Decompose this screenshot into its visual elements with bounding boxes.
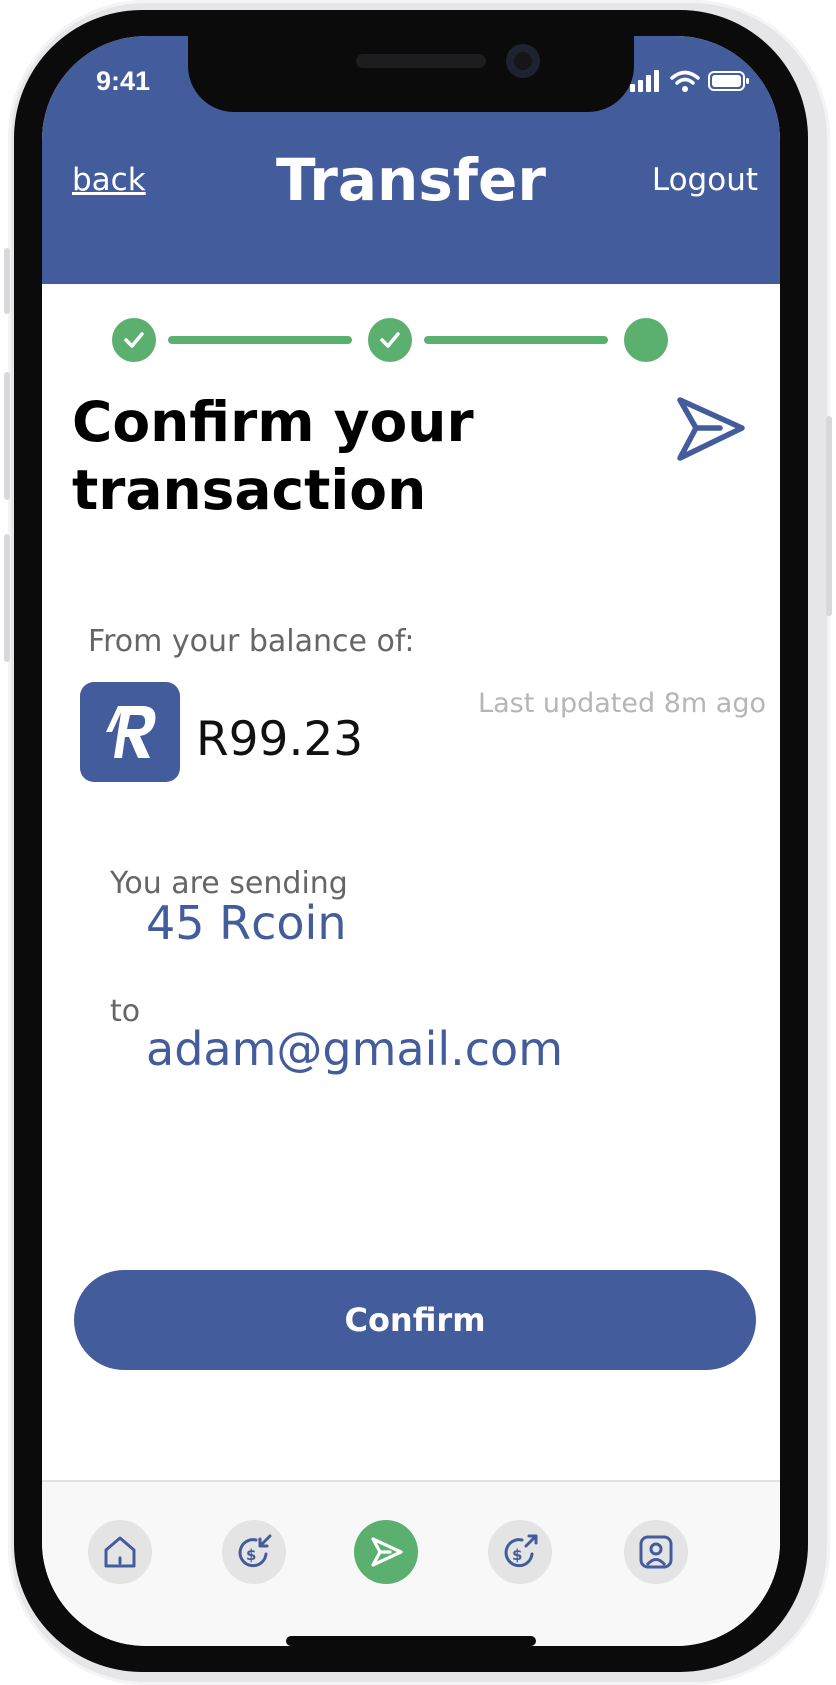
send-icon: [371, 1537, 403, 1567]
notch: [188, 36, 634, 112]
profile-icon: [639, 1535, 673, 1569]
tab-send[interactable]: [354, 1520, 418, 1584]
screen: 9:41 back Transfer Logout Confirm your t…: [42, 36, 780, 1646]
wifi-icon: [670, 70, 700, 92]
progress-stepper: [112, 318, 772, 364]
balance-value: R99.23: [196, 712, 364, 767]
tab-receive[interactable]: $: [222, 1520, 286, 1584]
home-indicator: [286, 1636, 536, 1646]
amount-value: 45 Rcoin: [146, 896, 347, 950]
send-icon: [677, 397, 745, 461]
tab-bar: $ $: [42, 1480, 780, 1646]
confirm-heading: Confirm your transaction: [72, 390, 474, 522]
step-connector: [424, 336, 608, 344]
step-3-current: [624, 318, 668, 362]
step-2-complete: [368, 318, 412, 362]
rcoin-logo: [80, 682, 180, 782]
tab-send-money[interactable]: $: [488, 1520, 552, 1584]
camera: [506, 44, 540, 78]
tab-home[interactable]: [88, 1520, 152, 1584]
signal-icon: [630, 70, 659, 92]
last-updated: Last updated 8m ago: [478, 688, 766, 719]
volume-down-button: [4, 534, 10, 662]
silent-switch: [4, 248, 10, 314]
to-label: to: [110, 994, 141, 1029]
power-button: [826, 416, 832, 616]
status-time: 9:41: [96, 66, 151, 96]
tab-profile[interactable]: [624, 1520, 688, 1584]
check-icon: [380, 332, 400, 348]
step-connector: [168, 336, 352, 344]
status-icons: [630, 70, 750, 92]
confirm-button[interactable]: Confirm: [74, 1270, 756, 1370]
recipient-email: adam@gmail.com: [146, 1022, 564, 1076]
balance-label: From your balance of:: [88, 624, 415, 659]
speaker: [356, 54, 486, 68]
home-icon: [104, 1536, 136, 1568]
logout-link[interactable]: Logout: [652, 162, 758, 198]
svg-text:$: $: [246, 1546, 256, 1564]
volume-up-button: [4, 372, 10, 500]
rcoin-icon: [106, 706, 156, 758]
send-money-icon: $: [504, 1534, 538, 1568]
receive-money-icon: $: [238, 1534, 272, 1568]
battery-icon: [708, 71, 749, 91]
svg-text:$: $: [512, 1546, 522, 1564]
check-icon: [124, 332, 144, 348]
step-1-complete: [112, 318, 156, 362]
